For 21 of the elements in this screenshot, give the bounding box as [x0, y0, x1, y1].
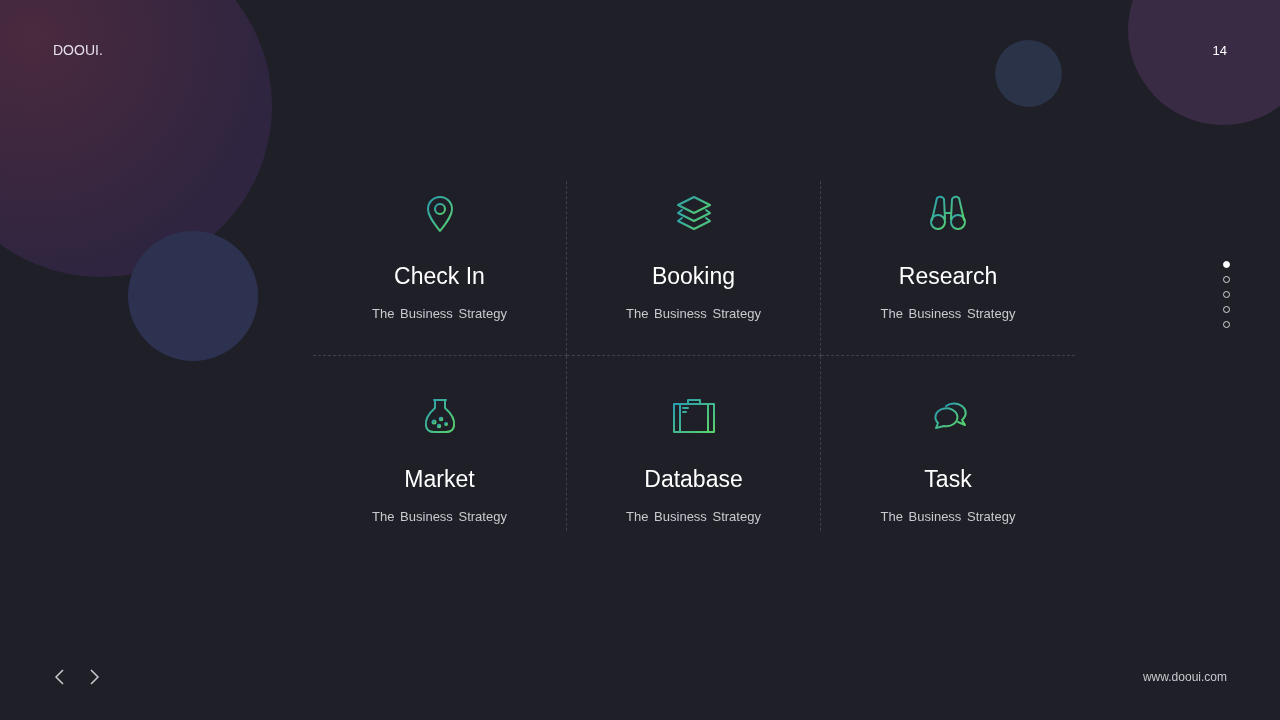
binoculars-icon [928, 193, 968, 233]
feature-title: Market [404, 465, 475, 494]
feature-subtitle: The Business Strategy [372, 507, 507, 526]
next-button[interactable] [87, 669, 101, 685]
feature-subtitle: The Business Strategy [880, 507, 1016, 526]
website-url: www.dooui.com [1142, 669, 1227, 686]
feature-title: Check In [394, 262, 485, 291]
feature-title: Database [644, 465, 743, 494]
page-number: 14 [1212, 41, 1227, 60]
feature-title: Task [924, 465, 972, 494]
feature-subtitle: The Business Strategy [880, 304, 1016, 323]
feature-subtitle: The Business Strategy [372, 304, 507, 323]
briefcase-icon [671, 396, 716, 436]
feature-subtitle: The Business Strategy [626, 507, 761, 526]
chevron-left-icon [53, 669, 67, 685]
chevron-right-icon [87, 669, 101, 685]
feature-title: Research [898, 262, 998, 291]
feature-subtitle: The Business Strategy [626, 304, 761, 323]
brand-logo-text: DOOUI. [53, 41, 103, 60]
previous-button[interactable] [53, 669, 67, 685]
feature-title: Booking [651, 262, 736, 291]
